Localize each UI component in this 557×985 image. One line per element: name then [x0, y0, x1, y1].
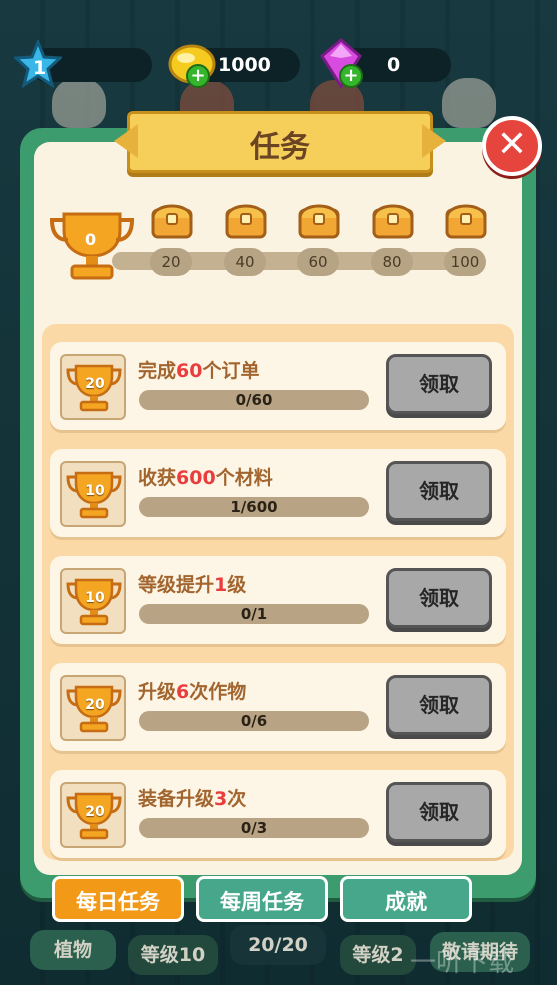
tab-daily[interactable]: 每日任务	[52, 876, 184, 922]
reward-box: 20	[60, 782, 126, 848]
task-progress-bar: 1/600	[139, 497, 369, 517]
plants-button[interactable]: 植物	[30, 930, 116, 970]
count-badge: 20/20	[230, 925, 326, 965]
background-character	[442, 78, 496, 128]
claim-button[interactable]: 领取	[386, 461, 492, 521]
chest-icon[interactable]	[224, 198, 268, 240]
reward-box: 20	[60, 675, 126, 741]
claim-button[interactable]: 领取	[386, 354, 492, 414]
task-progress-text: 0/60	[235, 391, 273, 409]
task-progress-bar: 0/60	[139, 390, 369, 410]
reward-value: 20	[85, 804, 105, 820]
task-row: 10 收获600个材料 1/600 领取	[50, 449, 506, 537]
task-title: 等级提升1级	[138, 574, 247, 596]
task-row: 20 装备升级3次 0/3 领取	[50, 770, 506, 858]
milestone-label: 20	[150, 248, 192, 276]
chest-icon[interactable]	[297, 198, 341, 240]
claim-button[interactable]: 领取	[386, 675, 492, 735]
level-partial-button[interactable]: 等级2	[340, 935, 416, 975]
reward-value: 20	[85, 697, 105, 713]
task-row: 20 完成60个订单 0/60 领取	[50, 342, 506, 430]
gold-value: 1000	[218, 54, 271, 76]
task-row: 20 升级6次作物 0/6 领取	[50, 663, 506, 751]
task-title: 完成60个订单	[138, 360, 260, 382]
reward-box: 10	[60, 568, 126, 634]
level10-button[interactable]: 等级10	[128, 935, 218, 975]
add-gold-button[interactable]: +	[186, 64, 210, 88]
claim-button[interactable]: 领取	[386, 782, 492, 842]
level-value: 1	[33, 57, 47, 79]
task-title: 升级6次作物	[138, 681, 247, 703]
milestone-label: 80	[371, 248, 413, 276]
tab-weekly[interactable]: 每周任务	[196, 876, 328, 922]
task-progress-bar: 0/3	[139, 818, 369, 838]
reward-value: 10	[85, 483, 105, 499]
task-progress-bar: 0/1	[139, 604, 369, 624]
gem-value: 0	[387, 54, 401, 76]
task-title: 装备升级3次	[138, 788, 247, 810]
task-progress-text: 1/600	[230, 498, 278, 516]
task-progress-bar: 0/6	[139, 711, 369, 731]
task-progress-text: 0/3	[240, 819, 268, 837]
close-icon: ✕	[496, 124, 528, 165]
trophy-points: 0	[85, 230, 97, 249]
chest-icon[interactable]	[444, 198, 488, 240]
claim-button[interactable]: 领取	[386, 568, 492, 628]
reward-value: 20	[85, 376, 105, 392]
task-progress-text: 0/1	[240, 605, 268, 623]
reward-box: 10	[60, 461, 126, 527]
dialog-title: 任务	[250, 130, 310, 165]
tab-achievements[interactable]: 成就	[340, 876, 472, 922]
watermark: 一听下载	[410, 948, 515, 978]
chest-icon[interactable]	[371, 198, 415, 240]
task-progress-text: 0/6	[240, 712, 268, 730]
add-gem-button[interactable]: +	[339, 64, 363, 88]
milestone-label: 100	[444, 248, 486, 276]
task-row: 10 等级提升1级 0/1 领取	[50, 556, 506, 644]
reward-box: 20	[60, 354, 126, 420]
chest-icon[interactable]	[150, 198, 194, 240]
title-banner: 任务	[127, 111, 433, 173]
reward-value: 10	[85, 590, 105, 606]
close-button[interactable]: ✕	[482, 116, 542, 176]
milestone-label: 40	[224, 248, 266, 276]
task-title: 收获600个材料	[138, 467, 273, 489]
milestone-label: 60	[297, 248, 339, 276]
